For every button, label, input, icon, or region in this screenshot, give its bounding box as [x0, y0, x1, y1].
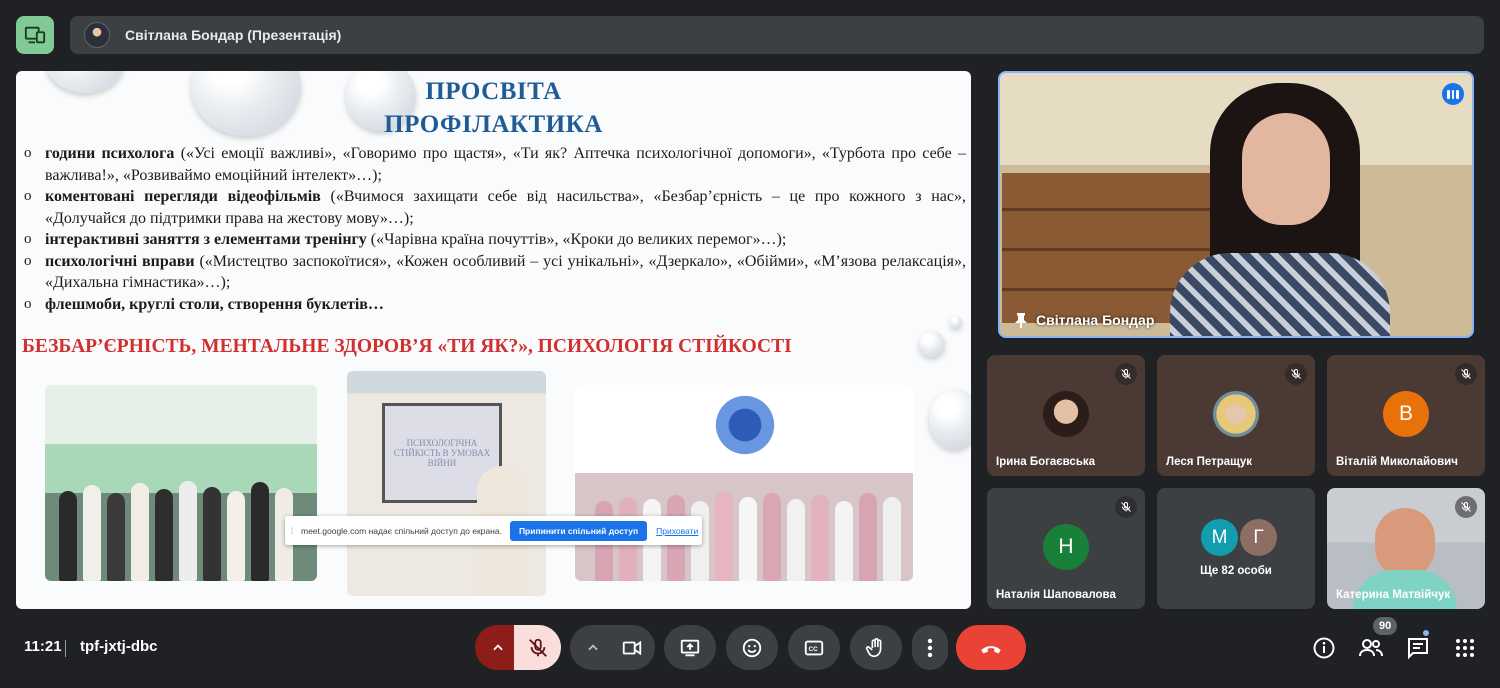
activities-icon: [1456, 639, 1474, 657]
bullet-list: години психолога («Усі емоції важливі», …: [24, 143, 966, 315]
presenter-banner[interactable]: Світлана Бондар (Презентація): [70, 16, 1484, 54]
participant-avatar: [1213, 391, 1259, 437]
people-button[interactable]: [1357, 634, 1385, 662]
emoji-button[interactable]: [726, 625, 778, 670]
screen-share-notification: ⁞ meet.google.com надає спільний доступ …: [285, 516, 702, 545]
pin-icon: [1015, 313, 1027, 328]
participant-name: Ірина Богаєвська: [996, 456, 1096, 468]
decor-ornament: [695, 385, 795, 465]
participant-tile[interactable]: Ірина Богаєвська: [987, 355, 1145, 476]
mic-off-icon: [1115, 496, 1137, 518]
chat-button[interactable]: [1404, 634, 1432, 662]
share-message: meet.google.com надає спільний доступ до…: [301, 525, 502, 536]
training-photo: ПСИХОЛОГІЧНА СТІЙКІСТЬ В УМОВАХ ВІЙНИ: [347, 371, 546, 596]
participant-name: Леся Петращук: [1166, 456, 1253, 468]
activities-button[interactable]: [1451, 634, 1479, 662]
hang-up-button[interactable]: [956, 625, 1026, 670]
chat-icon: [1408, 638, 1428, 660]
more-options-button[interactable]: [912, 625, 948, 670]
decor-drop: [919, 331, 945, 357]
participant-tile[interactable]: Леся Петращук: [1157, 355, 1315, 476]
participant-avatar: В: [1383, 391, 1429, 437]
speaker-name-label: Світлана Бондар: [1014, 312, 1154, 328]
decor-drop: [950, 316, 962, 328]
captions-icon: CC: [804, 640, 824, 655]
camera-button[interactable]: [608, 625, 655, 670]
raise-hand-icon: [865, 637, 882, 657]
more-avatars: М Г: [1201, 519, 1277, 556]
chevron-up-icon: [588, 643, 598, 650]
emoji-icon: [742, 638, 762, 657]
meeting-info-button[interactable]: [1310, 634, 1338, 662]
meeting-time: 11:21: [24, 638, 62, 655]
participant-tile[interactable]: Н Наталія Шаповалова: [987, 488, 1145, 609]
microphone-button[interactable]: [514, 625, 561, 670]
bullet-item: психологічні вправи («Мистецтво заспокої…: [24, 251, 966, 294]
more-options-icon: [927, 638, 933, 657]
group-photo-1: [45, 385, 317, 581]
meeting-code: tpf-jxtj-dbc: [80, 638, 158, 655]
mic-off-icon: [1455, 496, 1477, 518]
participant-avatar: Г: [1240, 519, 1277, 556]
drag-handle-icon[interactable]: ⁞: [285, 526, 299, 536]
participant-video-face: [1375, 508, 1435, 578]
speaking-indicator-icon: [1442, 83, 1464, 105]
chat-notification-dot: [1423, 630, 1429, 636]
participant-name: Катерина Матвійчук: [1336, 589, 1451, 601]
speaker-video-tile[interactable]: Світлана Бондар: [998, 71, 1474, 338]
camera-icon: [622, 640, 641, 655]
more-participants-tile[interactable]: М Г Ще 82 особи: [1157, 488, 1315, 609]
svg-text:CC: CC: [809, 646, 819, 653]
participant-avatar: [1043, 391, 1089, 437]
participant-name: Наталія Шаповалова: [996, 589, 1116, 601]
stop-sharing-button[interactable]: Припинити спільний доступ: [509, 520, 648, 541]
mic-off-icon: [1285, 363, 1307, 385]
photo-people: [45, 473, 317, 581]
group-photo-2: [575, 385, 913, 581]
people-icon: [1359, 639, 1383, 657]
mic-off-icon: [1455, 363, 1477, 385]
chevron-up-icon: [492, 643, 503, 650]
companion-mode-icon: [24, 26, 46, 44]
slide-title-line1: ПРОСВІТА: [425, 78, 562, 105]
hide-link[interactable]: Приховати: [656, 526, 698, 536]
participant-tile[interactable]: Катерина Матвійчук: [1327, 488, 1485, 609]
bullet-item: години психолога («Усі емоції важливі», …: [24, 143, 966, 186]
shared-presentation: ПРОСВІТА ПРОФІЛАКТИКА години психолога (…: [16, 71, 971, 609]
presenter-avatar: [84, 22, 110, 48]
participant-tile[interactable]: В Віталій Миколайович: [1327, 355, 1485, 476]
more-participants-label: Ще 82 особи: [1200, 565, 1272, 577]
slide-headline: БЕЗБАР’ЄРНІСТЬ, МЕНТАЛЬНЕ ЗДОРОВ’Я «ТИ Я…: [22, 336, 792, 357]
bullet-item: флешмоби, круглі столи, створення буклет…: [24, 294, 966, 316]
captions-button[interactable]: CC: [788, 625, 840, 670]
speaker-video: [1150, 83, 1390, 336]
people-count-badge: 90: [1373, 617, 1398, 635]
companion-mode-button[interactable]: [16, 16, 54, 54]
bullet-item: коментовані перегляди відеофільмів («Вчи…: [24, 186, 966, 229]
present-button[interactable]: [664, 625, 716, 670]
mic-off-icon: [1115, 363, 1137, 385]
participant-avatar: М: [1201, 519, 1238, 556]
divider: [65, 640, 66, 657]
raise-hand-button[interactable]: [850, 625, 902, 670]
decor-drop: [929, 389, 971, 449]
mic-off-icon: [528, 638, 547, 657]
participant-avatar: Н: [1043, 524, 1089, 570]
hang-up-icon: [981, 645, 1001, 653]
presenter-label: Світлана Бондар (Презентація): [125, 27, 342, 43]
participant-name: Віталій Миколайович: [1336, 456, 1458, 468]
slide-title-line2: ПРОФІЛАКТИКА: [384, 111, 603, 138]
bullet-item: інтерактивні заняття з елементами тренін…: [24, 229, 966, 251]
info-icon: [1313, 637, 1335, 659]
present-icon: [680, 639, 700, 656]
